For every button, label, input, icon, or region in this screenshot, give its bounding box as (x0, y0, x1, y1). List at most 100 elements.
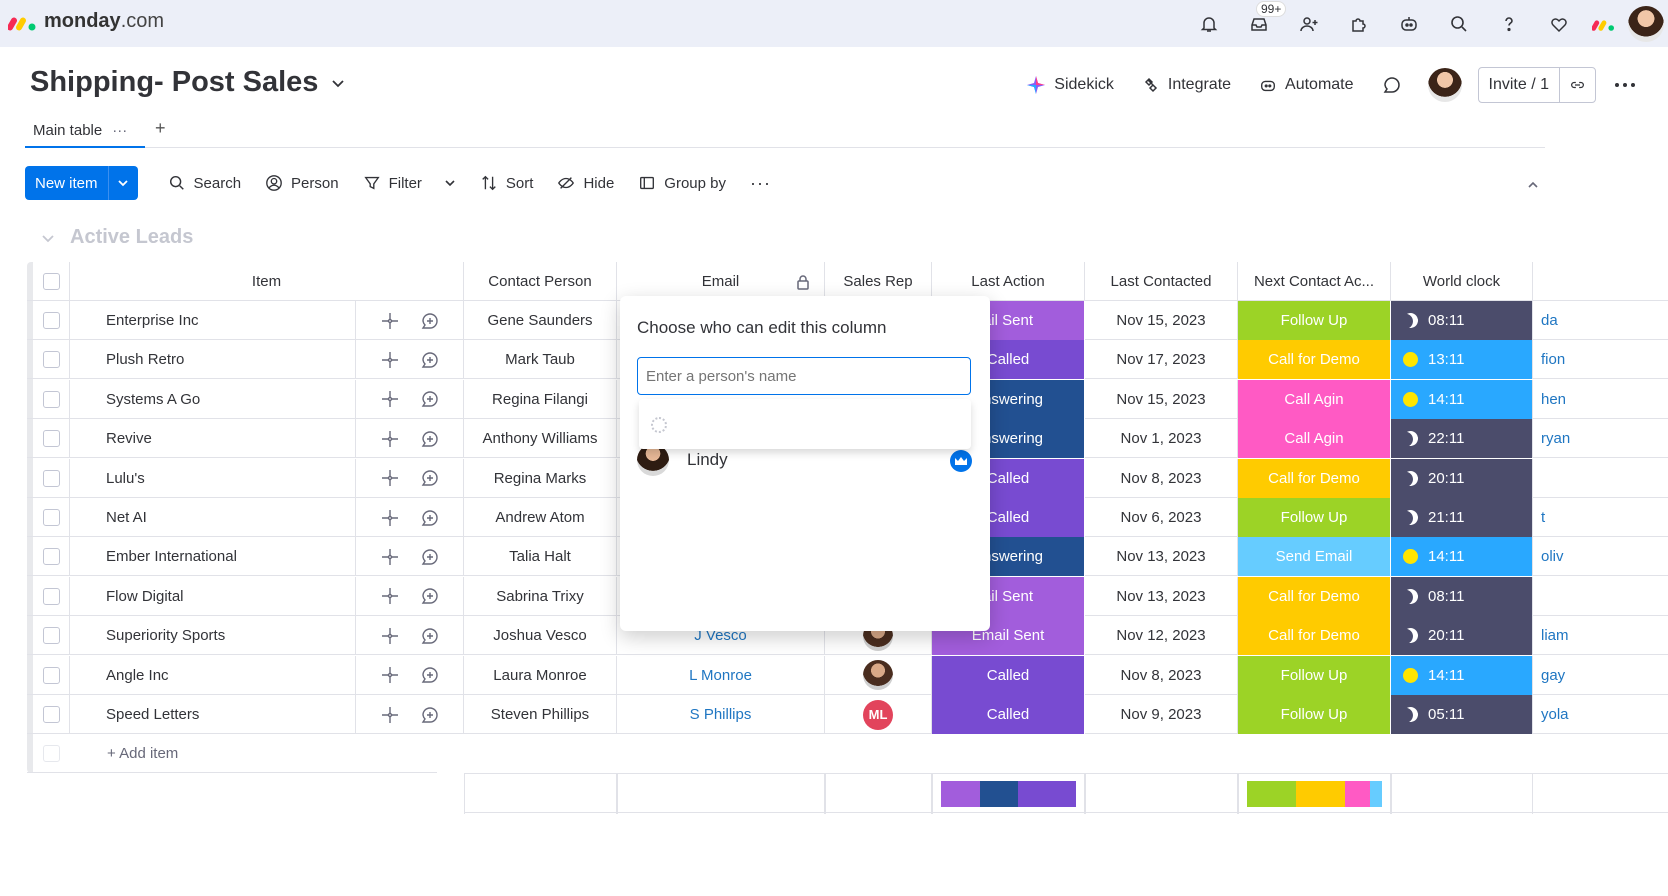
automate-button[interactable]: Automate (1249, 67, 1363, 103)
tab-more-icon[interactable]: ··· (112, 122, 127, 139)
overflow-column-cell[interactable]: fion (1533, 340, 1668, 379)
next-contact-status[interactable]: Call for Demo (1238, 458, 1391, 498)
table-row[interactable]: Angle Inc Laura Monroe L Monroe Called Nov 8… (27, 655, 1668, 695)
world-clock-cell[interactable]: 20:11 (1391, 458, 1533, 498)
contact-person[interactable]: Mark Taub (464, 340, 617, 380)
last-contacted-date[interactable]: Nov 12, 2023 (1085, 616, 1238, 656)
last-contacted-date[interactable]: Nov 15, 2023 (1085, 301, 1238, 340)
row-checkbox[interactable] (42, 627, 60, 645)
star-icon[interactable] (380, 350, 400, 370)
sales-rep-avatar[interactable]: ML (863, 699, 893, 730)
item-name[interactable]: Net AI (70, 498, 356, 537)
copy-link-button[interactable] (1559, 68, 1595, 102)
help-icon[interactable] (1484, 0, 1534, 47)
contact-person[interactable]: Steven Phillips (464, 695, 617, 734)
star-icon[interactable] (380, 665, 400, 685)
next-contact-status[interactable]: Call for Demo (1238, 340, 1391, 380)
inbox-icon[interactable]: 99+ (1234, 0, 1287, 47)
last-contacted-date[interactable]: Nov 8, 2023 (1085, 655, 1238, 695)
world-clock-cell[interactable]: 22:11 (1391, 419, 1533, 459)
new-item-label[interactable]: New item (25, 166, 108, 200)
item-name[interactable]: Flow Digital (70, 576, 356, 616)
last-contacted-date[interactable]: Nov 9, 2023 (1085, 695, 1238, 734)
new-item-dropdown[interactable] (107, 166, 138, 200)
board-title[interactable]: Shipping- Post Sales (30, 66, 318, 99)
item-name[interactable]: Enterprise Inc (70, 301, 356, 340)
last-contacted-date[interactable]: Nov 1, 2023 (1085, 419, 1238, 459)
sales-rep-cell[interactable]: ML (825, 695, 932, 734)
row-checkbox[interactable] (42, 548, 60, 566)
last-contacted-date[interactable]: Nov 13, 2023 (1085, 576, 1238, 616)
last-action-distribution-bar[interactable] (941, 781, 1077, 807)
star-icon[interactable] (380, 429, 400, 449)
monday-logo[interactable]: monday.com (8, 10, 164, 33)
overflow-column-cell[interactable] (1533, 459, 1668, 498)
row-checkbox[interactable] (42, 430, 60, 448)
last-action-status[interactable]: Called (932, 695, 1085, 734)
next-contact-status[interactable]: Call for Demo (1238, 616, 1391, 656)
star-icon[interactable] (380, 626, 400, 646)
next-contact-status[interactable]: Follow Up (1238, 498, 1391, 537)
item-name[interactable]: Systems A Go (70, 379, 356, 419)
item-name[interactable]: Ember International (70, 537, 356, 577)
search-icon[interactable] (1434, 0, 1484, 47)
star-icon[interactable] (380, 586, 400, 606)
group-title[interactable]: Active Leads (70, 226, 193, 249)
invite-button[interactable]: Invite / 1 (1479, 68, 1559, 102)
row-checkbox[interactable] (42, 312, 60, 329)
updates-button[interactable] (1372, 67, 1412, 103)
star-icon[interactable] (380, 468, 400, 488)
contact-person[interactable]: Gene Saunders (464, 301, 617, 340)
add-update-icon[interactable] (420, 705, 440, 725)
star-icon[interactable] (380, 389, 400, 409)
world-clock-cell[interactable]: 14:11 (1391, 537, 1533, 577)
sales-rep-cell[interactable] (825, 655, 932, 695)
add-update-icon[interactable] (420, 389, 440, 409)
contact-person[interactable]: Sabrina Trixy (464, 576, 617, 616)
board-more-button[interactable] (1604, 67, 1646, 103)
overflow-column-cell[interactable]: gay (1533, 656, 1668, 695)
row-checkbox[interactable] (42, 706, 60, 723)
star-icon[interactable] (380, 311, 400, 331)
last-contacted-date[interactable]: Nov 6, 2023 (1085, 498, 1238, 537)
board-owner-avatar[interactable] (1427, 68, 1462, 102)
next-contact-status[interactable]: Call Agin (1238, 379, 1391, 419)
overflow-column-cell[interactable]: hen (1533, 380, 1668, 419)
next-contact-status[interactable]: Call Agin (1238, 419, 1391, 459)
add-update-icon[interactable] (420, 468, 440, 488)
select-all-checkbox[interactable] (42, 273, 60, 290)
column-header-contact[interactable]: Contact Person (464, 262, 617, 301)
add-update-icon[interactable] (420, 429, 440, 449)
invite-members-icon[interactable] (1284, 0, 1334, 47)
overflow-column-cell[interactable]: liam (1533, 616, 1668, 655)
group-by-button[interactable]: Group by (626, 166, 738, 200)
sales-rep-avatar[interactable] (863, 660, 893, 691)
email-cell[interactable]: S Phillips (617, 695, 825, 734)
row-checkbox[interactable] (42, 351, 60, 369)
row-checkbox[interactable] (42, 469, 60, 487)
user-avatar[interactable] (1624, 0, 1668, 47)
world-clock-cell[interactable]: 14:11 (1391, 655, 1533, 695)
apps-puzzle-icon[interactable] (1334, 0, 1384, 47)
star-icon[interactable] (380, 547, 400, 567)
world-clock-cell[interactable]: 08:11 (1391, 301, 1533, 340)
world-clock-cell[interactable]: 20:11 (1391, 616, 1533, 656)
overflow-column-cell[interactable]: oliv (1533, 537, 1668, 576)
next-contact-status[interactable]: Send Email (1238, 537, 1391, 577)
star-icon[interactable] (380, 508, 400, 528)
overflow-column-cell[interactable]: yola (1533, 695, 1668, 734)
row-checkbox[interactable] (42, 509, 60, 526)
heart-icon[interactable] (1534, 0, 1584, 47)
item-name[interactable]: Superiority Sports (70, 616, 356, 656)
overflow-column-cell[interactable]: da (1533, 301, 1668, 340)
contact-person[interactable]: Laura Monroe (464, 655, 617, 695)
overflow-column-cell[interactable]: t (1533, 498, 1668, 537)
email-cell[interactable]: L Monroe (617, 655, 825, 695)
next-contact-distribution-bar[interactable] (1247, 781, 1382, 807)
contact-person[interactable]: Regina Filangi (464, 379, 617, 419)
world-clock-cell[interactable]: 08:11 (1391, 576, 1533, 616)
product-switcher-icon[interactable] (1584, 0, 1624, 47)
person-search-input[interactable] (637, 357, 971, 395)
bell-icon[interactable] (1184, 0, 1234, 47)
add-update-icon[interactable] (420, 311, 440, 331)
